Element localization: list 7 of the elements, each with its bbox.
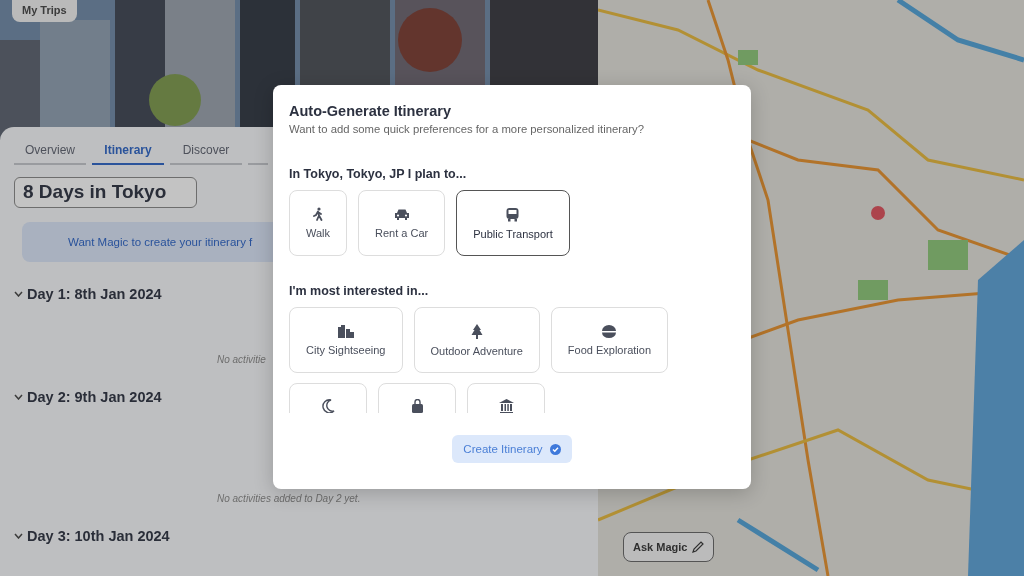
day-title: Day 3: 10th Jan 2024 xyxy=(27,528,170,544)
day-title: Day 2: 9th Jan 2024 xyxy=(27,389,162,405)
empty-note: No activitie xyxy=(217,354,267,365)
empty-note: No activities added to Day 2 yet. xyxy=(217,493,362,504)
section-heading: I'm most interested in... xyxy=(289,284,430,298)
section-heading: In Tokyo, Tokyo, JP I plan to... xyxy=(289,167,468,181)
day-title: Day 1: 8th Jan 2024 xyxy=(27,286,162,302)
